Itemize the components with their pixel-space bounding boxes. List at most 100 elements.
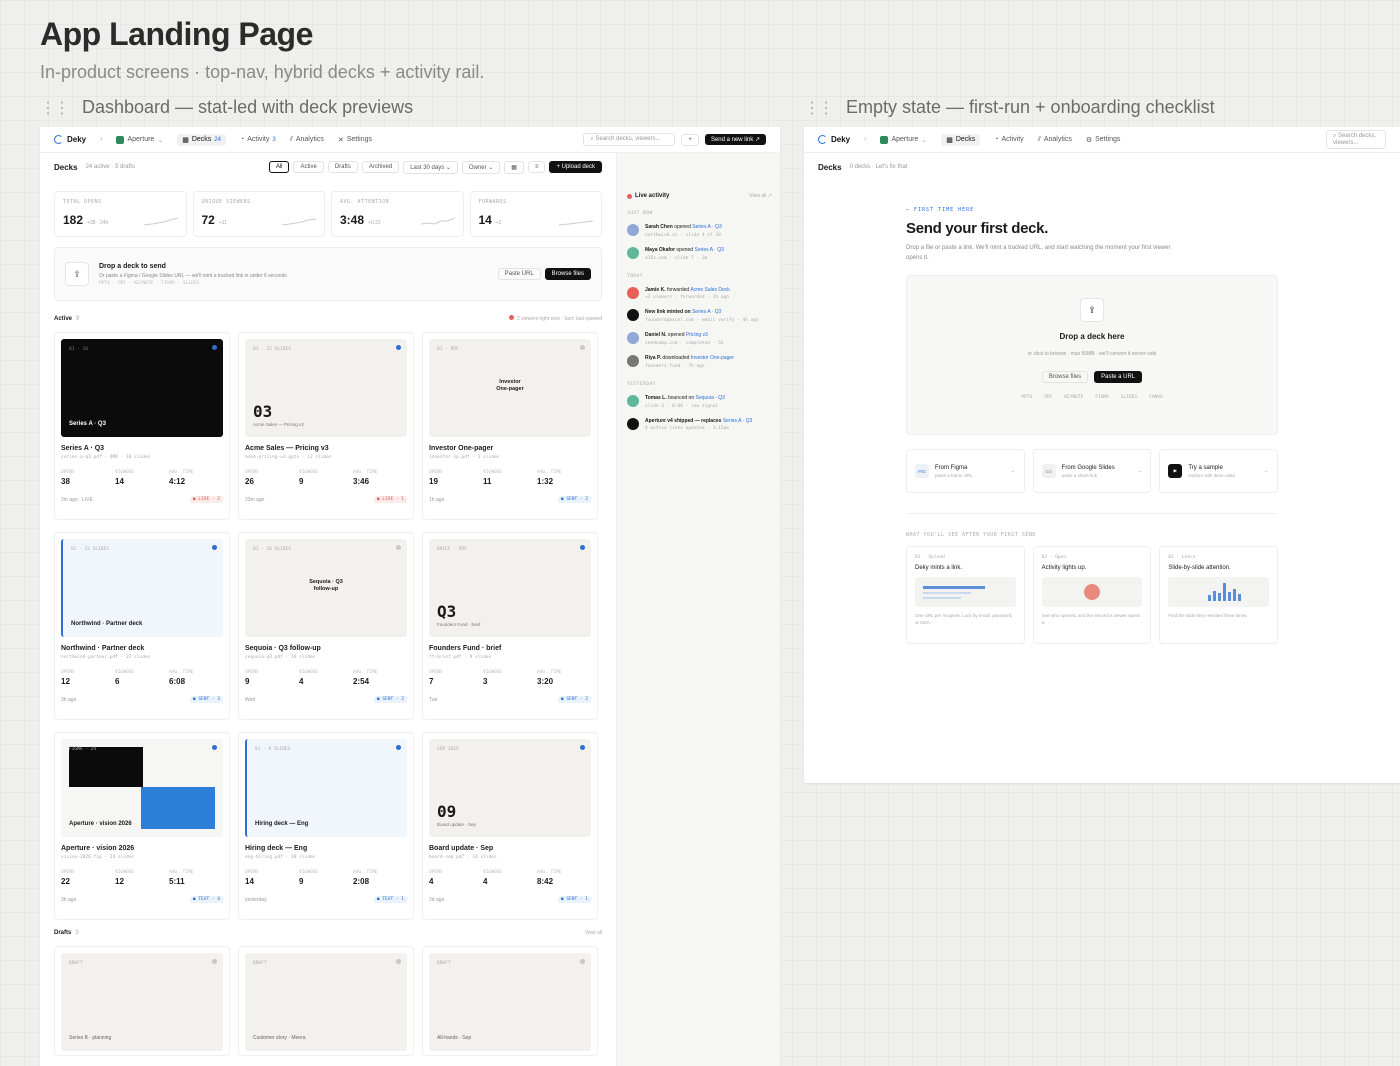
send-link-button[interactable]: Send a new link ↗ bbox=[704, 134, 766, 145]
filter-drafts[interactable]: Drafts bbox=[327, 161, 358, 173]
metric-value: 4 bbox=[429, 877, 434, 886]
dropzone[interactable]: ⇪ Drop a deck here or click to browse · … bbox=[906, 275, 1278, 436]
deck-link[interactable]: Series A · Q3 bbox=[694, 247, 723, 253]
deck-card[interactable]: BRIEF · PDF Q3 Founders Fund · brief Founde… bbox=[422, 532, 598, 720]
tab-analytics[interactable]: ⫽ Analytics bbox=[290, 136, 324, 144]
view-all-link[interactable]: View all ↗ bbox=[749, 193, 772, 199]
deck-link[interactable]: Sequoia · Q3 bbox=[696, 395, 725, 401]
deck-thumbnail[interactable]: BRIEF · PDF Q3 Founders Fund · brief bbox=[429, 539, 591, 637]
stat-card: AVG. ATTENTION 3:48 +0:22 bbox=[331, 191, 464, 237]
search-input[interactable]: ⌕ Search decks, viewers... bbox=[583, 133, 676, 146]
date-range-select[interactable]: Last 30 days ⌄ bbox=[403, 160, 458, 174]
draft-thumbnail[interactable]: DRAFT Customer story · Meera bbox=[245, 953, 407, 1051]
filter-active[interactable]: Active bbox=[293, 161, 324, 173]
sort-control[interactable]: 2 viewers right now · Sort: last opened bbox=[517, 316, 602, 322]
activity-item[interactable]: Jamie K. forwarded Acme Sales Deck +2 vie… bbox=[627, 286, 772, 302]
draft-card[interactable]: DRAFT Series B · planning bbox=[54, 946, 230, 1056]
deck-link[interactable]: Series A · Q3 bbox=[692, 224, 721, 230]
deck-link[interactable]: Series A · Q3 bbox=[692, 309, 721, 315]
activity-item[interactable]: Riya P. downloaded Investor One-pager fou… bbox=[627, 355, 772, 370]
deck-thumbnail[interactable]: 01 · 16 SLIDES Sequoia · Q3 follow-up bbox=[245, 539, 407, 637]
activity-item[interactable]: Sarah Chen opened Series A · Q3 northwind… bbox=[627, 224, 772, 239]
source-google-slides[interactable]: GS From Google Slides paste a share link … bbox=[1032, 449, 1152, 494]
deck-card[interactable]: 03 · 12 SLIDES 03 Acme Sales — Pricing v3 A… bbox=[238, 332, 414, 520]
deck-card[interactable]: SEP 2025 09 Board update · Sep Board update… bbox=[422, 732, 598, 920]
live-dot-icon bbox=[627, 193, 632, 199]
deck-link[interactable]: Pricing v3 bbox=[686, 332, 708, 338]
analytics-icon: ⫽ bbox=[289, 135, 293, 143]
tab-settings[interactable]: ✕ Settings bbox=[338, 136, 372, 144]
deck-card[interactable]: 01 · 9 SLIDES Hiring deck — Eng Hiring dec… bbox=[238, 732, 414, 920]
activity-text: Daniel N. opened Pricing v3 seedcamp.com … bbox=[645, 332, 724, 347]
deck-link[interactable]: Series A · Q3 bbox=[723, 418, 752, 424]
tab-decks[interactable]: ▦ Decks 24 bbox=[177, 133, 226, 146]
deck-thumbnail[interactable]: FIGMA · 24 Aperture · vision 2026 bbox=[61, 739, 223, 837]
activity-item[interactable]: New link minted on Series A · Q3 founders… bbox=[627, 309, 772, 324]
new-button[interactable]: + bbox=[681, 133, 699, 146]
draft-thumbnail[interactable]: DRAFT All-hands · Sep bbox=[429, 953, 591, 1051]
drag-handle-icon[interactable]: ⋮⋮ bbox=[40, 98, 70, 118]
filter-archived[interactable]: Archived bbox=[361, 161, 400, 173]
stat-value: 3:48 bbox=[340, 213, 365, 227]
upload-deck-button[interactable]: + Upload deck bbox=[549, 161, 602, 173]
activity-text: Riya P. downloaded Investor One-pager fou… bbox=[645, 355, 734, 370]
tab-analytics[interactable]: ⫽ Analytics bbox=[1038, 136, 1072, 144]
activity-item[interactable]: Daniel N. opened Pricing v3 seedcamp.com … bbox=[627, 332, 772, 347]
owner-select[interactable]: Owner ⌄ bbox=[461, 160, 501, 174]
breadcrumb-separator-icon: › bbox=[864, 136, 867, 143]
dropzone[interactable]: ⇪ Drop a deck to send Or paste a Figma /… bbox=[54, 247, 602, 301]
deck-link[interactable]: Investor One-pager bbox=[691, 355, 734, 361]
workspace-switcher[interactable]: Aperture ⌄ bbox=[880, 135, 927, 144]
format-tag: PPTX bbox=[1021, 395, 1033, 401]
source-figma[interactable]: FIG From Figma paste a frame URL → bbox=[906, 449, 1025, 494]
status-dot-icon bbox=[396, 545, 401, 550]
browse-files-button[interactable]: Browse files bbox=[544, 268, 591, 280]
deck-card[interactable]: 01 · 16 SLIDES Sequoia · Q3 follow-up Sequ… bbox=[238, 532, 414, 720]
metric-avg: AVG. TIME 1:32 bbox=[537, 470, 591, 486]
search-input[interactable]: ⌕ Search decks, viewers... bbox=[1326, 130, 1386, 149]
list-view-icon[interactable]: ≡ bbox=[527, 161, 546, 173]
draft-card[interactable]: DRAFT All-hands · Sep bbox=[422, 946, 598, 1056]
brand-logo[interactable]: Deky bbox=[54, 135, 86, 144]
deck-card[interactable]: 01 · PDF Investor One-pager Investor One-p… bbox=[422, 332, 598, 520]
deck-card[interactable]: FIGMA · 24 Aperture · vision 2026 Aperture… bbox=[54, 732, 230, 920]
activity-verb: opened bbox=[667, 332, 685, 339]
onboarding-step: 03 · Learn Slide-by-slide attention. Fin… bbox=[1159, 546, 1279, 645]
drag-handle-icon[interactable]: ⋮⋮ bbox=[804, 98, 834, 118]
stat-delta: +2 bbox=[495, 220, 502, 226]
deck-card[interactable]: 01 · 18 Series A · Q3 Series A · Q3 series-… bbox=[54, 332, 230, 520]
deck-thumbnail[interactable]: 02 · 22 SLIDES Northwind · Partner deck bbox=[61, 539, 223, 637]
metric-value: 1:32 bbox=[537, 477, 554, 486]
source-sample[interactable]: ▶ Try a sample explore with demo data → bbox=[1159, 449, 1279, 494]
draft-card[interactable]: DRAFT Customer story · Meera bbox=[238, 946, 414, 1056]
draft-thumbnail[interactable]: DRAFT Series B · planning bbox=[61, 953, 223, 1051]
tab-activity[interactable]: ◔ Activity bbox=[994, 136, 1023, 143]
grid-view-icon[interactable]: ▦ bbox=[504, 160, 524, 174]
deck-thumbnail[interactable]: 01 · 9 SLIDES Hiring deck — Eng bbox=[245, 739, 407, 837]
workspace-switcher[interactable]: Aperture ⌄ bbox=[116, 135, 163, 144]
activity-item[interactable]: Maya Okafor opened Series A · Q3 a16z.com… bbox=[627, 246, 772, 262]
activity-item[interactable]: Aperture v4 shipped — replaces Series A … bbox=[627, 417, 772, 433]
tab-decks[interactable]: ▦ Decks bbox=[941, 133, 981, 146]
deck-link[interactable]: Acme Sales Deck bbox=[690, 287, 729, 293]
thumbnail-tag: SEP 2025 bbox=[437, 747, 459, 752]
paste-url-button[interactable]: Paste URL bbox=[497, 268, 541, 280]
thumbnail-center-title: Investor One-pager bbox=[496, 379, 524, 393]
tab-settings[interactable]: ⚙ Settings bbox=[1086, 136, 1121, 144]
brand-logo[interactable]: Deky bbox=[818, 135, 850, 144]
deck-thumbnail[interactable]: SEP 2025 09 Board update · Sep bbox=[429, 739, 591, 837]
metric-label: OPENS bbox=[429, 870, 443, 875]
tab-activity[interactable]: ◔ Activity 3 bbox=[240, 136, 276, 143]
deck-card[interactable]: 02 · 22 SLIDES Northwind · Partner deck No… bbox=[54, 532, 230, 720]
deck-name: Series A · Q3 bbox=[61, 445, 105, 452]
deck-thumbnail[interactable]: 01 · PDF Investor One-pager bbox=[429, 339, 591, 437]
thumbnail-tag: 01 · 18 bbox=[69, 347, 88, 352]
activity-item[interactable]: Tomas L. bounced on Sequoia · Q3 slide 3 … bbox=[627, 394, 772, 410]
deck-thumbnail[interactable]: 01 · 18 Series A · Q3 bbox=[61, 339, 223, 437]
filter-all[interactable]: All bbox=[268, 161, 290, 173]
onboarding-steps: 01 · Upload Deky mints a link. One URL p… bbox=[906, 546, 1279, 645]
view-all-link[interactable]: View all bbox=[585, 930, 602, 936]
browse-files-button[interactable]: Browse files bbox=[1041, 371, 1089, 384]
paste-url-button[interactable]: Paste a URL bbox=[1094, 371, 1143, 384]
deck-thumbnail[interactable]: 03 · 12 SLIDES 03 Acme Sales — Pricing v3 bbox=[245, 339, 407, 437]
